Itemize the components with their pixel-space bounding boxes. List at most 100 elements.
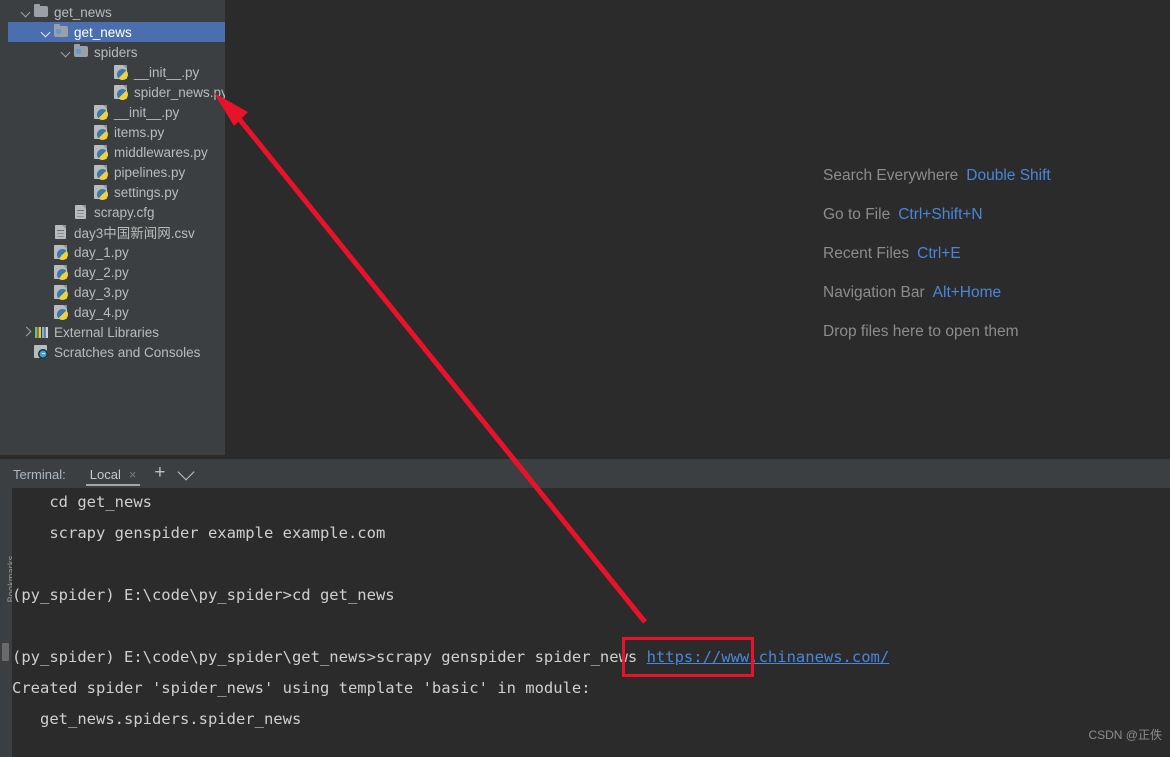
source-folder-icon xyxy=(73,43,91,60)
shortcut-hint-row: Navigation Bar Alt+Home xyxy=(823,282,1170,321)
twisty-placeholder xyxy=(40,242,53,262)
tree-item-label: __init__.py xyxy=(134,64,200,80)
tree-item-scrapy-cfg[interactable]: scrapy.cfg xyxy=(8,202,225,222)
python-file-icon xyxy=(93,144,111,160)
terminal-line-text: Created spider 'spider_news' using templ… xyxy=(12,679,591,697)
terminal-line-text: cd get_news xyxy=(12,493,152,511)
tree-item-pipelines-py[interactable]: pipelines.py xyxy=(8,162,225,182)
csdn-watermark: CSDN @正佚 xyxy=(1088,728,1162,742)
python-file-icon xyxy=(93,164,111,180)
tree-item-label: day_2.py xyxy=(74,264,129,280)
twisty-placeholder xyxy=(80,162,93,182)
scratches-icon xyxy=(33,344,51,360)
terminal-tool-window-header: Terminal: Local × + xyxy=(0,458,1170,489)
terminal-line: Created spider 'spider_news' using templ… xyxy=(12,679,591,697)
tree-item-get_news[interactable]: get_news xyxy=(8,22,225,42)
tree-item-spiders[interactable]: spiders xyxy=(8,42,225,62)
tree-item-label: get_news xyxy=(54,4,112,20)
terminal-url-link[interactable]: https://www.chinanews.com/ xyxy=(647,648,890,666)
python-file-icon xyxy=(53,284,71,300)
python-file-icon xyxy=(113,64,131,80)
tree-item-scratches-and-consoles[interactable]: Scratches and Consoles xyxy=(8,342,225,362)
twisty-placeholder xyxy=(40,222,53,242)
python-file-icon xyxy=(53,264,71,280)
chevron-down-icon[interactable] xyxy=(20,2,33,22)
terminal-line: scrapy genspider example example.com xyxy=(12,524,385,542)
tree-item-settings-py[interactable]: settings.py xyxy=(8,182,225,202)
python-file-icon xyxy=(53,244,71,260)
python-file-icon xyxy=(93,124,111,140)
terminal-output[interactable]: cd get_news scrapy genspider example exa… xyxy=(12,488,1170,757)
ide-window: Bookmarks get_news get_newsspiders __init_… xyxy=(0,0,1170,757)
shortcut-key: Double Shift xyxy=(966,167,1051,184)
twisty-placeholder xyxy=(20,342,33,362)
twisty-placeholder xyxy=(40,262,53,282)
shortcut-hint-row: Drop files here to open them xyxy=(823,321,1170,360)
twisty-placeholder xyxy=(40,302,53,322)
twisty-placeholder xyxy=(40,282,53,302)
tree-item-label: day_3.py xyxy=(74,284,129,300)
shortcut-hint-row: Recent Files Ctrl+E xyxy=(823,243,1170,282)
shortcut-action: Recent Files xyxy=(823,245,910,262)
tree-item-label: middlewares.py xyxy=(114,144,208,160)
tree-item-label: day_4.py xyxy=(74,304,129,320)
bookmarks-tool-strip[interactable]: Bookmarks xyxy=(0,488,16,757)
twisty-placeholder xyxy=(80,182,93,202)
scrollbar-thumb[interactable] xyxy=(2,643,9,661)
tree-item-__init__-py[interactable]: __init__.py xyxy=(8,102,225,122)
chevron-down-icon[interactable] xyxy=(60,42,73,62)
tree-item-label: items.py xyxy=(114,124,165,140)
libraries-icon xyxy=(33,324,51,340)
terminal-tab-label: Local xyxy=(89,466,121,482)
tree-item-label: pipelines.py xyxy=(114,164,186,180)
chevron-down-icon[interactable] xyxy=(177,463,195,480)
twisty-placeholder xyxy=(80,122,93,142)
project-tree[interactable]: get_news get_news spiders __init__.py spider… xyxy=(8,0,225,362)
chevron-down-icon[interactable] xyxy=(40,22,53,42)
shortcut-key: Ctrl+E xyxy=(917,245,961,262)
terminal-line-text: scrapy genspider example example.com xyxy=(12,524,386,542)
tree-item-label: spider_news.py xyxy=(134,84,225,100)
close-icon[interactable]: × xyxy=(129,467,137,482)
terminal-line-text: (py_spider) E:\code\py_spider\get_news>s… xyxy=(12,648,535,666)
tree-item-external-libraries[interactable]: External Libraries xyxy=(8,322,225,342)
shortcut-action: Search Everywhere xyxy=(823,167,959,184)
tree-item-label: Scratches and Consoles xyxy=(54,344,201,360)
terminal-line: (py_spider) E:\code\py_spider\get_news>s… xyxy=(12,648,889,666)
tree-item-day_4-py[interactable]: day_4.py xyxy=(8,302,225,322)
twisty-placeholder xyxy=(80,142,93,162)
shortcut-action: Navigation Bar xyxy=(823,284,925,301)
python-file-icon xyxy=(93,104,111,120)
python-file-icon xyxy=(93,184,111,200)
tree-item-get_news[interactable]: get_news xyxy=(8,2,225,22)
tree-item-spider_news-py[interactable]: spider_news.py xyxy=(8,82,225,102)
terminal-tab-local[interactable]: Local × xyxy=(85,459,141,489)
tree-item-label: get_news xyxy=(74,24,132,40)
tree-item-__init__-py[interactable]: __init__.py xyxy=(8,62,225,82)
python-file-icon xyxy=(113,84,131,100)
tree-item-label: scrapy.cfg xyxy=(94,204,155,220)
terminal-line: cd get_news xyxy=(12,493,152,511)
tree-item-day_2-py[interactable]: day_2.py xyxy=(8,262,225,282)
chevron-right-icon[interactable] xyxy=(20,322,33,342)
tree-item-label: spiders xyxy=(94,44,138,60)
tree-item-items-py[interactable]: items.py xyxy=(8,122,225,142)
editor-empty-area: Search Everywhere Double Shift Go to File C… xyxy=(225,0,1170,455)
tree-item-label: settings.py xyxy=(114,184,179,200)
source-folder-icon xyxy=(53,23,71,40)
tree-item-label: __init__.py xyxy=(114,104,180,120)
tree-item-middlewares-py[interactable]: middlewares.py xyxy=(8,142,225,162)
tree-item-day_3-py[interactable]: day_3.py xyxy=(8,282,225,302)
shortcut-action: Go to File xyxy=(823,206,891,223)
csv-file-icon xyxy=(53,224,71,240)
shortcut-key: Alt+Home xyxy=(932,284,1002,301)
tree-item-label: day_1.py xyxy=(74,244,129,260)
twisty-placeholder xyxy=(100,62,113,82)
tree-item-day_1-py[interactable]: day_1.py xyxy=(8,242,225,262)
terminal-title: Terminal: xyxy=(13,466,66,482)
add-terminal-icon[interactable]: + xyxy=(154,463,165,485)
terminal-line: (py_spider) E:\code\py_spider>cd get_new… xyxy=(12,586,395,604)
twisty-placeholder xyxy=(80,102,93,122)
tree-item-day3-csv[interactable]: day3中国新闻网.csv xyxy=(8,222,225,242)
twisty-placeholder xyxy=(100,82,113,102)
